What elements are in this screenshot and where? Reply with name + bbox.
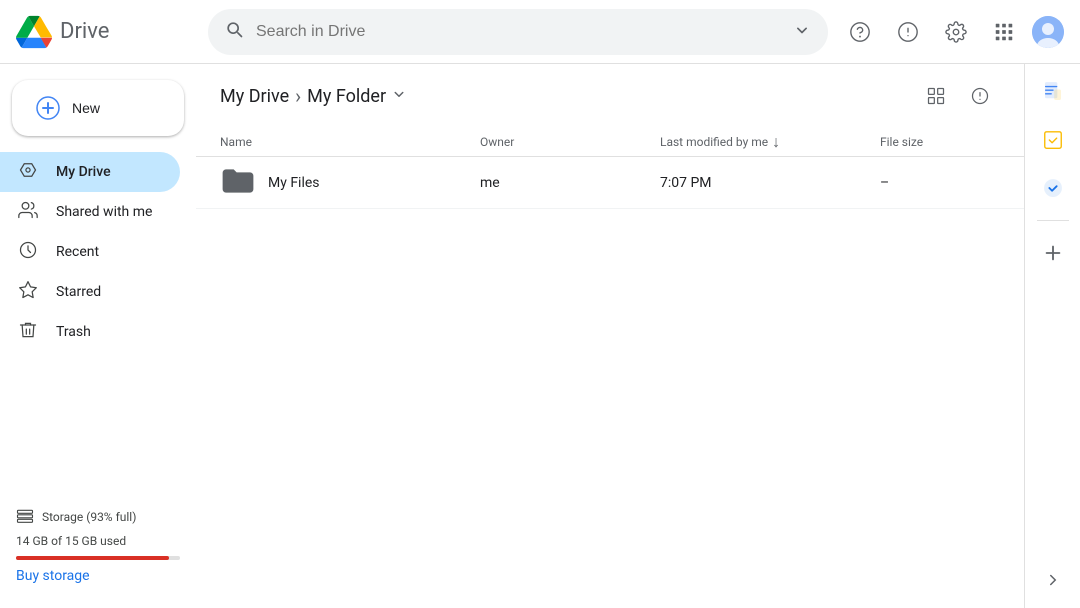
sidebar: New My Drive Shared with me — [0, 64, 196, 608]
column-modified-header[interactable]: Last modified by me ↓ — [660, 132, 880, 152]
help-icon-button[interactable] — [888, 12, 928, 52]
column-name-header[interactable]: Name — [220, 135, 480, 149]
storage-used-text: 14 GB of 15 GB used — [16, 534, 180, 548]
file-list: My Files me 7:07 PM – — [196, 157, 1024, 209]
support-icon-button[interactable] — [840, 12, 880, 52]
my-drive-label: My Drive — [56, 164, 111, 180]
starred-label: Starred — [56, 284, 101, 300]
expand-panel-icon[interactable] — [1033, 560, 1073, 600]
sort-arrow-icon: ↓ — [772, 132, 780, 152]
breadcrumb-current-label: My Folder — [307, 86, 386, 107]
recent-icon — [16, 240, 40, 265]
logo-area: Drive — [16, 14, 196, 50]
apps-icon-button[interactable] — [984, 12, 1024, 52]
main-layout: New My Drive Shared with me — [0, 64, 1080, 608]
buy-storage-link[interactable]: Buy storage — [16, 568, 90, 584]
storage-label: Storage (93% full) — [16, 508, 180, 526]
check-panel-icon[interactable] — [1033, 168, 1073, 208]
breadcrumb-root[interactable]: My Drive — [220, 86, 289, 107]
file-name-cell: My Files — [220, 163, 480, 203]
breadcrumb-bar: My Drive › My Folder — [196, 64, 1024, 128]
folder-icon — [220, 163, 256, 203]
breadcrumb-current[interactable]: My Folder — [307, 85, 408, 108]
plus-icon — [36, 96, 60, 120]
table-row[interactable]: My Files me 7:07 PM – — [196, 157, 1024, 209]
shared-icon — [16, 200, 40, 225]
right-panel-divider — [1037, 220, 1069, 221]
search-icon — [224, 19, 244, 44]
file-owner-cell: me — [480, 175, 660, 191]
avatar[interactable] — [1032, 16, 1064, 48]
column-size-header[interactable]: File size — [880, 135, 1000, 149]
file-name-label: My Files — [268, 175, 320, 191]
shared-label: Shared with me — [56, 204, 152, 220]
trash-label: Trash — [56, 324, 91, 340]
doc-panel-icon[interactable] — [1033, 72, 1073, 112]
settings-icon-button[interactable] — [936, 12, 976, 52]
header: Drive — [0, 0, 1080, 64]
file-list-header: Name Owner Last modified by me ↓ File si… — [196, 128, 1024, 157]
recent-label: Recent — [56, 244, 99, 260]
storage-bar — [16, 556, 169, 560]
column-owner-header[interactable]: Owner — [480, 135, 660, 149]
search-input[interactable] — [256, 23, 780, 41]
trash-icon — [16, 320, 40, 345]
content-area: My Drive › My Folder — [196, 64, 1024, 608]
sidebar-item-my-drive[interactable]: My Drive — [0, 152, 180, 192]
breadcrumb-actions — [916, 76, 1000, 116]
sidebar-item-recent[interactable]: Recent — [0, 232, 180, 272]
my-drive-icon — [16, 160, 40, 185]
breadcrumb: My Drive › My Folder — [220, 84, 408, 108]
right-panel-add-button[interactable] — [1033, 233, 1073, 273]
sidebar-item-starred[interactable]: Starred — [0, 272, 180, 312]
search-dropdown-icon[interactable] — [792, 20, 812, 44]
storage-bar-container — [16, 556, 180, 560]
search-bar[interactable] — [208, 9, 828, 55]
starred-icon — [16, 280, 40, 305]
storage-section: Storage (93% full) 14 GB of 15 GB used B… — [0, 492, 196, 600]
sidebar-item-trash[interactable]: Trash — [0, 312, 180, 352]
storage-icon — [16, 508, 34, 526]
breadcrumb-dropdown-icon[interactable] — [390, 85, 408, 108]
breadcrumb-separator: › — [295, 84, 301, 108]
right-panel-bottom — [1033, 560, 1073, 600]
grid-view-button[interactable] — [916, 76, 956, 116]
new-button[interactable]: New — [12, 80, 184, 136]
new-button-label: New — [72, 100, 100, 116]
info-button[interactable] — [960, 76, 1000, 116]
file-size-cell: – — [880, 175, 1000, 191]
task-panel-icon[interactable] — [1033, 120, 1073, 160]
file-modified-cell: 7:07 PM — [660, 175, 880, 191]
sidebar-item-shared[interactable]: Shared with me — [0, 192, 180, 232]
app-title: Drive — [60, 19, 109, 44]
header-actions — [840, 12, 1064, 52]
drive-logo-icon — [16, 14, 52, 50]
right-panel — [1024, 64, 1080, 608]
